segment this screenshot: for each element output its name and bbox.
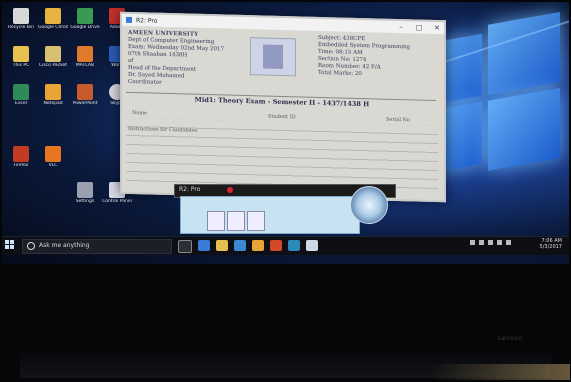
search-icon [27,242,35,250]
battery-icon[interactable] [497,240,502,245]
desktop-icon[interactable]: Google Chrome [38,8,68,42]
taskbar-clock[interactable]: 7:06 AM 5/3/2017 [522,238,562,250]
volume-icon[interactable] [488,240,493,245]
this-pc-icon [13,46,29,62]
desktop-icon[interactable]: MATLAB [70,46,100,80]
desktop-icon[interactable]: Notepad [38,84,68,118]
student-id-column-header: Student ID [268,113,296,121]
university-logo [250,37,296,77]
desktop-icon[interactable]: Google Drive [70,8,100,42]
thumbnail[interactable] [227,211,245,231]
task-view-icon[interactable] [178,240,192,253]
thumbnail[interactable] [207,211,225,231]
desktop-icon[interactable]: Recycle Bin [6,8,36,42]
close-icon[interactable]: ✕ [430,23,444,33]
minimize-icon[interactable]: – [394,22,408,32]
matlab-icon [77,46,93,62]
record-icon[interactable] [227,187,233,193]
desktop-icon[interactable]: This PC [6,46,36,80]
taskbar: Ask me anything 7:06 AM 5/3/2017 [2,236,569,255]
serial-column-header: Serial No [386,116,410,124]
exam-header-right: Subject: 438CPE Embedded System Programm… [318,34,411,78]
up-arrow-icon[interactable] [470,240,475,245]
file-explorer-icon[interactable] [216,240,228,251]
desktop-icon[interactable]: Settings [70,182,100,216]
light-glare [430,364,570,380]
desktop-icon[interactable]: Firefox [6,146,36,180]
desktop-icon[interactable]: Excel [6,84,36,118]
cisco-icon [45,46,61,62]
media-player-icon[interactable] [270,240,282,251]
windows-start-icon[interactable] [5,240,15,250]
edge-icon[interactable] [198,240,210,251]
settings-icon [77,182,93,198]
excel-icon [13,84,29,100]
volume-dial-icon[interactable] [350,186,388,224]
firefox-icon [13,146,29,162]
system-tray [470,240,511,245]
word-taskbar-icon[interactable] [288,240,300,251]
cortana-search-input[interactable]: Ask me anything [22,239,172,254]
desktop-icon-grid: Recycle Bin Google Chrome Google Drive A… [4,6,139,236]
photo-frame: Recycle Bin Google Chrome Google Drive A… [0,0,571,382]
chrome-icon [45,8,61,24]
recycle-bin-icon [13,8,29,24]
document-viewer-window[interactable]: R2: Pro – □ ✕ AMEEN UNIVERSITY Dept of C… [120,11,446,203]
desktop-icon[interactable]: Cisco Packet [38,46,68,80]
drive-icon [77,8,93,24]
monitor-screen: Recycle Bin Google Chrome Google Drive A… [2,2,569,264]
chrome-taskbar-icon[interactable] [252,240,264,251]
thumbnail[interactable] [247,211,265,231]
recorder-panel [180,196,360,234]
store-icon[interactable] [234,240,246,251]
network-icon[interactable] [479,240,484,245]
document-viewer-taskbar-icon[interactable] [306,240,318,251]
app-icon [126,16,132,24]
notepad-icon [45,84,61,100]
window-title: R2: Pro [136,16,158,25]
taskbar-pinned-apps [178,240,318,253]
notification-icon[interactable] [506,240,511,245]
desktop-icon[interactable]: VLC [38,146,68,180]
maximize-icon[interactable]: □ [412,22,426,32]
vlc-icon [45,146,61,162]
powerpoint-icon [77,84,93,100]
laptop-brand-label: Lenovo [498,335,523,342]
desktop-icon[interactable]: PowerPoint [70,84,100,118]
recorder-widget[interactable]: R2: Pro [174,184,396,236]
name-column-header: Name [132,110,148,117]
